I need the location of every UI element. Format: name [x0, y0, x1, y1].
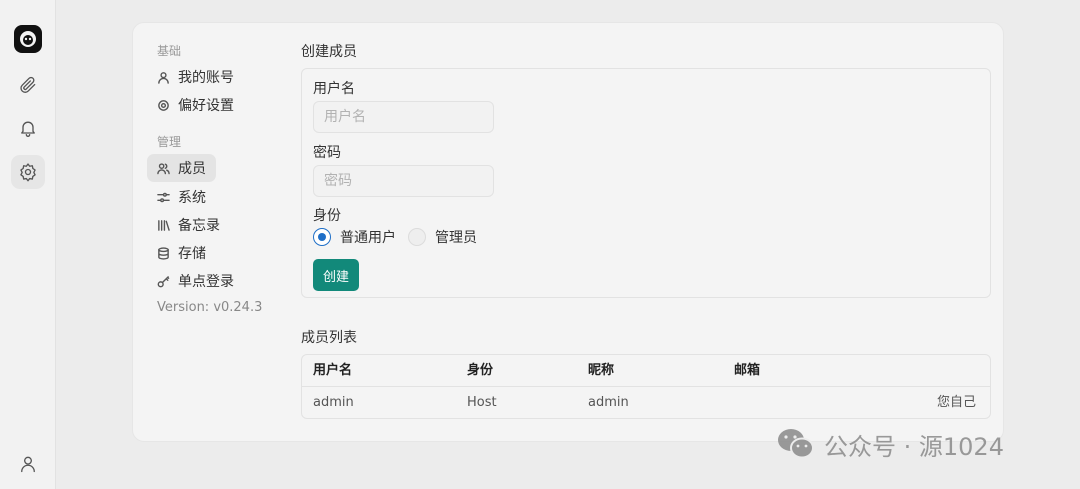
table-row: admin Host admin 您自己: [302, 387, 990, 418]
create-member-form: 用户名 密码 身份 普通用户 管理员 创建: [301, 68, 991, 298]
member-list-title: 成员列表: [301, 330, 357, 346]
table-header-row: 用户名 身份 昵称 邮箱: [302, 355, 990, 387]
role-label: 身份: [313, 208, 341, 224]
nav-section-basic: 基础: [157, 44, 182, 58]
role-option-label: 普通用户: [340, 230, 396, 246]
library-icon: [158, 219, 170, 231]
paperclip-icon[interactable]: [11, 68, 45, 102]
column-header-role: 身份: [467, 363, 494, 378]
version-label: Version: v0.24.3: [157, 300, 263, 315]
nav-item-sso[interactable]: 单点登录: [147, 267, 244, 295]
wechat-icon: [778, 429, 814, 459]
cell-nickname: admin: [588, 395, 629, 410]
nav-item-preferences[interactable]: 偏好设置: [147, 91, 244, 119]
gear-icon: [158, 99, 169, 111]
nav-item-my-account[interactable]: 我的账号: [147, 63, 244, 91]
nav-item-label: 存储: [178, 246, 206, 262]
column-header-email: 邮箱: [734, 363, 761, 378]
nav-item-system[interactable]: 系统: [147, 183, 216, 211]
app-rail: [0, 0, 56, 489]
user-icon: [158, 71, 169, 84]
cell-username: admin: [313, 395, 354, 410]
nav-item-label: 成员: [178, 161, 206, 177]
bell-icon[interactable]: [11, 111, 45, 145]
user-icon[interactable]: [11, 447, 45, 481]
nav-item-storage[interactable]: 存储: [147, 239, 216, 267]
nav-item-members[interactable]: 成员: [147, 154, 216, 182]
create-button[interactable]: 创建: [313, 259, 359, 291]
member-table: 用户名 身份 昵称 邮箱 admin Host admin 您自己: [301, 354, 991, 419]
username-label: 用户名: [313, 81, 355, 97]
gear-icon[interactable]: [11, 155, 45, 189]
nav-section-admin: 管理: [157, 135, 182, 149]
watermark: 公众号 · 源1024: [776, 426, 1004, 462]
nav-item-label: 备忘录: [178, 218, 220, 234]
nav-item-label: 偏好设置: [178, 98, 234, 114]
username-input[interactable]: [313, 101, 494, 133]
role-radio-user[interactable]: 普通用户: [313, 227, 396, 247]
database-icon: [158, 246, 169, 260]
password-label: 密码: [313, 145, 341, 161]
role-option-label: 管理员: [435, 230, 477, 246]
cell-role: Host: [467, 395, 497, 410]
settings-card: 基础 我的账号 偏好设置 管理 成员 系统 备忘录 存储 单点登录 Versio…: [132, 22, 1004, 442]
key-icon: [157, 275, 170, 287]
sliders-icon: [157, 192, 170, 202]
logo-icon[interactable]: [14, 25, 42, 53]
column-header-username: 用户名: [313, 363, 353, 378]
radio-unchecked[interactable]: [408, 228, 426, 246]
watermark-text: 公众号 · 源1024: [824, 432, 1004, 461]
cell-yourself-label: 您自己: [936, 395, 976, 410]
column-header-nickname: 昵称: [588, 363, 615, 378]
nav-item-memo[interactable]: 备忘录: [147, 211, 230, 239]
users-icon: [157, 162, 170, 174]
radio-checked[interactable]: [313, 228, 331, 246]
nav-item-label: 单点登录: [178, 274, 234, 290]
create-member-title: 创建成员: [301, 44, 357, 60]
nav-item-label: 我的账号: [178, 70, 234, 86]
role-radio-admin[interactable]: 管理员: [408, 227, 477, 247]
password-input[interactable]: [313, 165, 494, 197]
nav-item-label: 系统: [178, 190, 206, 206]
